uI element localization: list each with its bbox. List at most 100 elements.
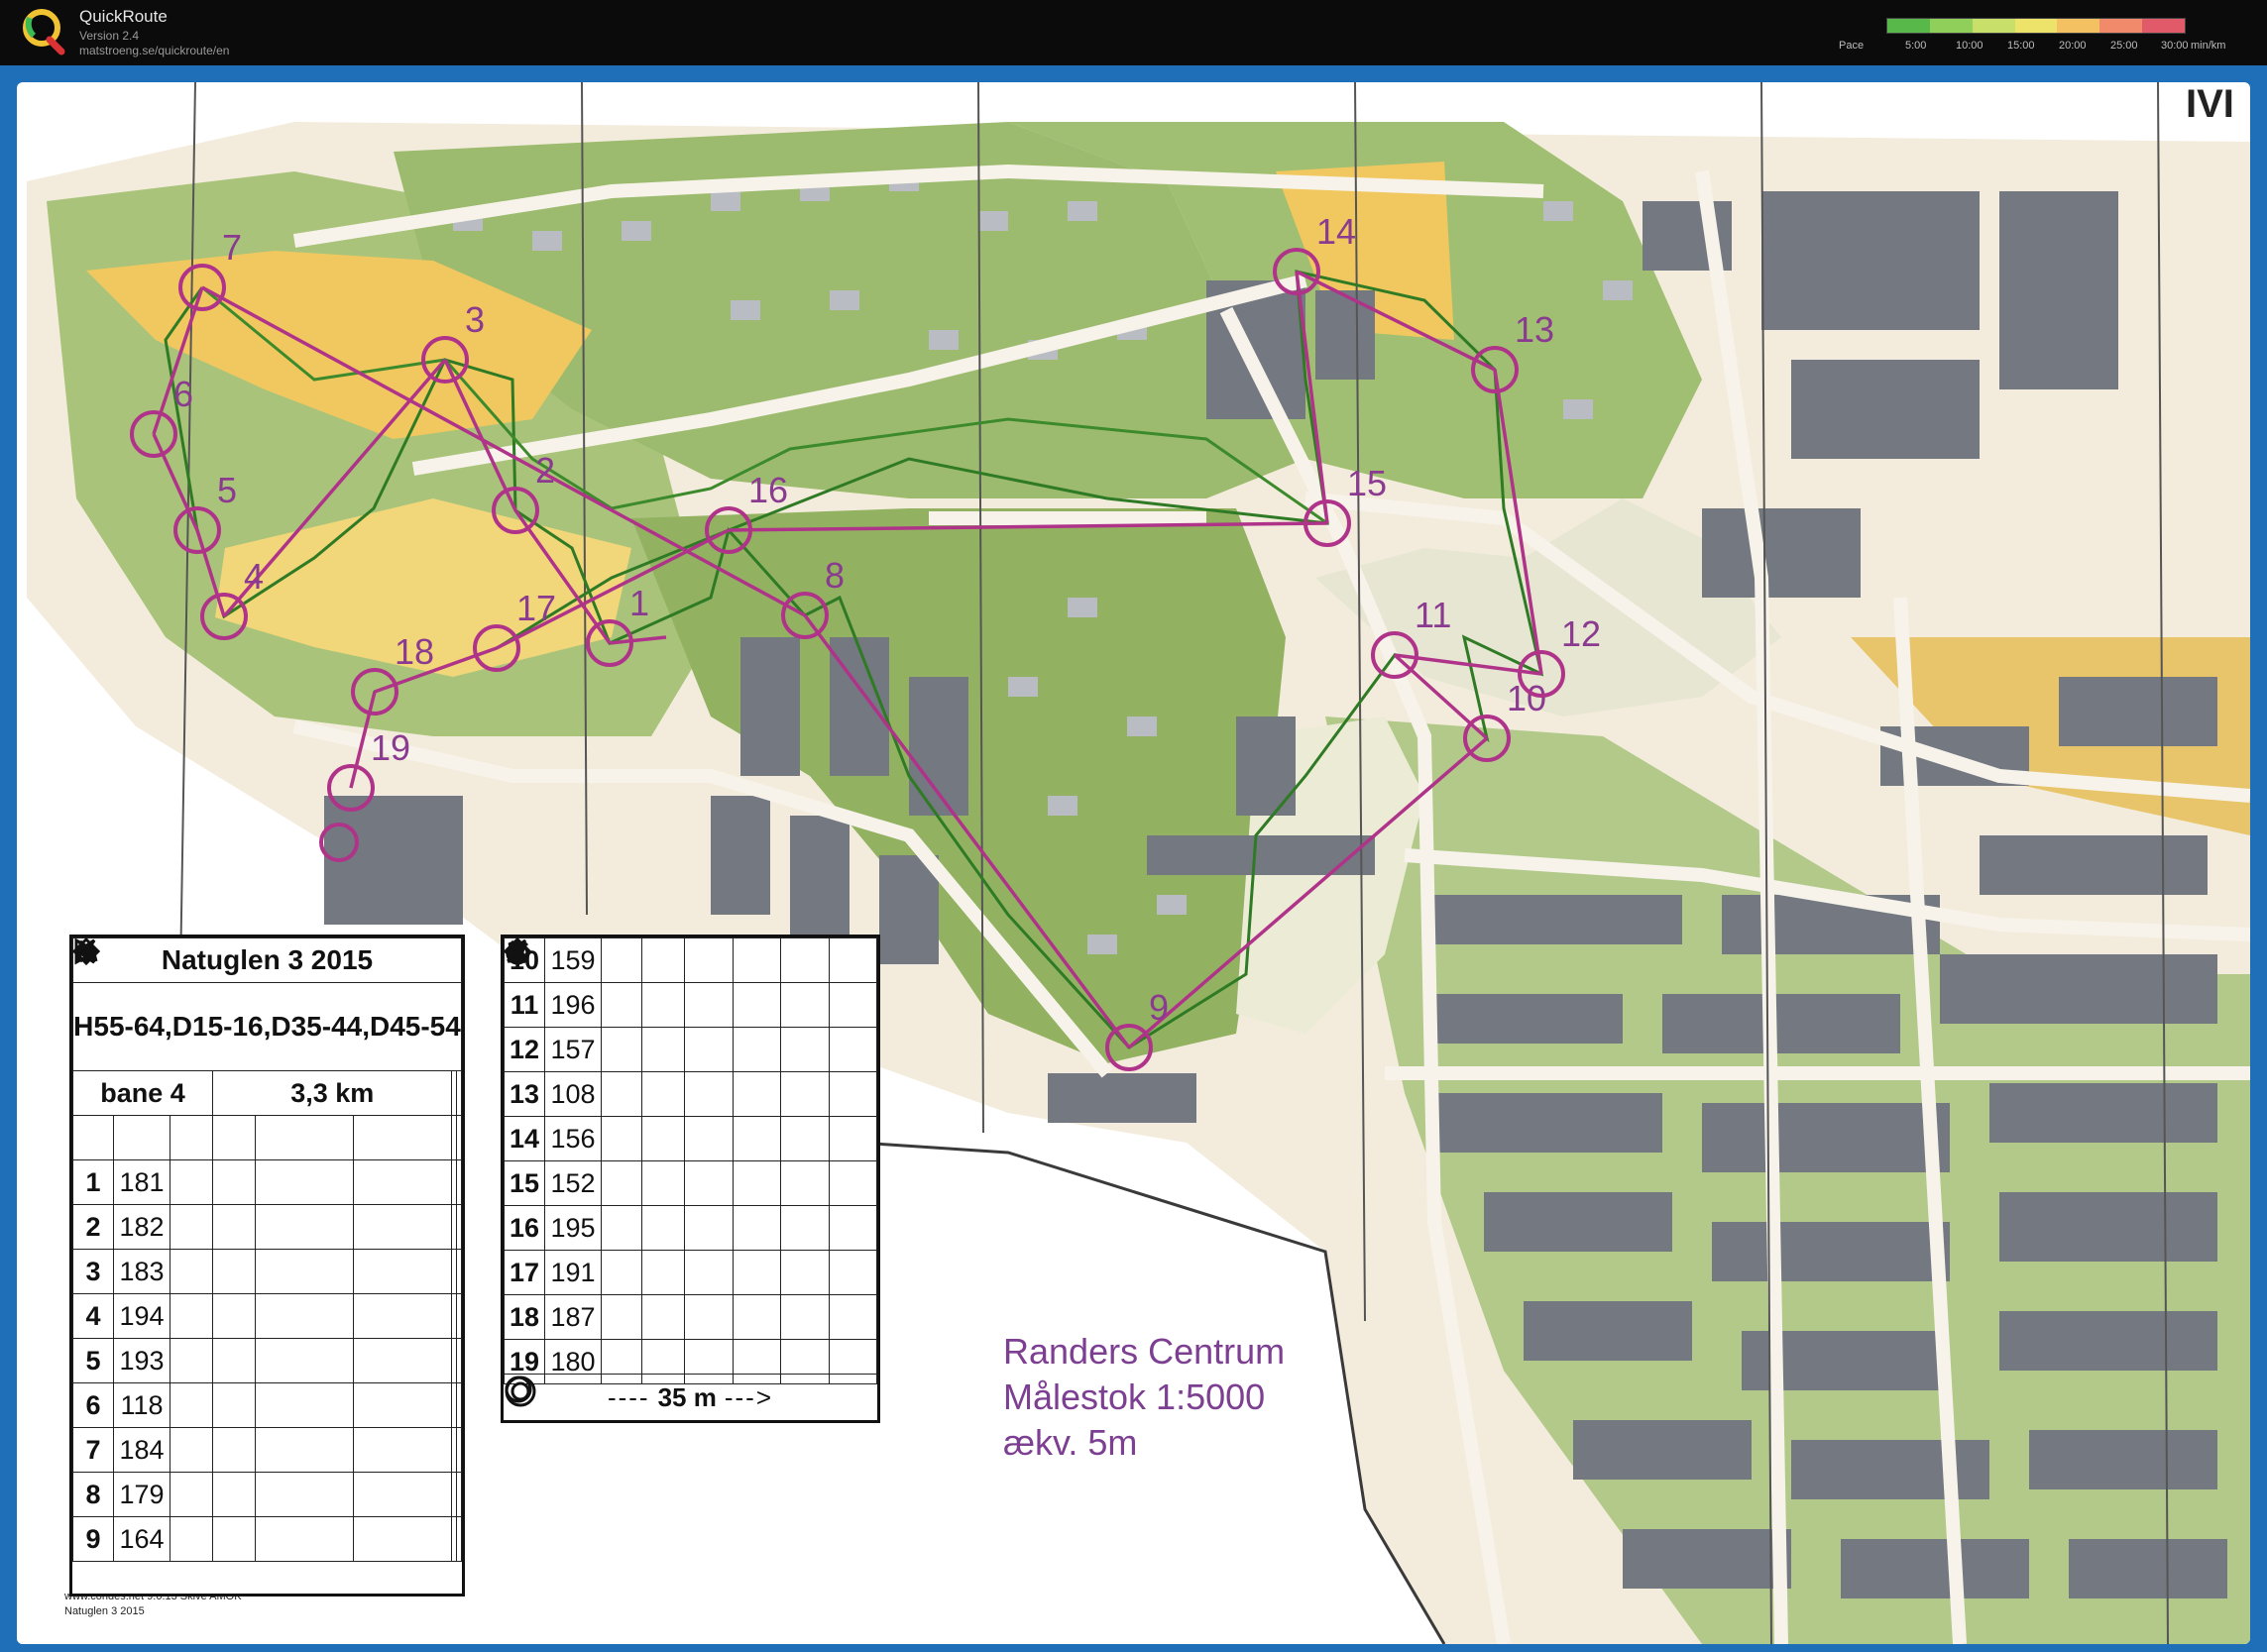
control-number: 5	[217, 470, 237, 510]
control-number: 8	[825, 555, 845, 596]
control-seq: 1	[72, 1159, 114, 1205]
map-info-place: Randers Centrum	[1003, 1331, 1286, 1372]
symbol-diamond-icon	[504, 937, 685, 1340]
control-code: 194	[113, 1293, 170, 1339]
control-seq: 18	[504, 1294, 545, 1340]
description-row: 15 152	[504, 939, 877, 1206]
control-seq: 13	[504, 1071, 545, 1117]
description-row: 17 191	[504, 937, 877, 1295]
control-number: 9	[1149, 987, 1169, 1028]
pace-tick: 10:00	[1956, 40, 1984, 52]
control-code: 164	[113, 1516, 170, 1562]
start-arrow-icon	[75, 938, 256, 1160]
control-number: 6	[173, 374, 193, 414]
start-diamond-icon	[72, 937, 355, 1160]
control-seq: 12	[504, 1027, 545, 1072]
description-row: 18 187	[504, 937, 877, 1340]
control-code: 152	[544, 1160, 602, 1206]
pace-color-bar	[1886, 18, 2186, 34]
control-seq: 4	[72, 1293, 114, 1339]
app-titlebar: QuickRoute Version 2.4 matstroeng.se/qui…	[0, 0, 2267, 65]
start-triangle-icon	[72, 937, 114, 1160]
sheet-title: Natuglen 3 2015	[72, 937, 462, 983]
finish-row: ---- 35 m --->	[504, 1374, 877, 1420]
control-seq: 6	[72, 1382, 114, 1428]
pace-label: Pace	[1839, 40, 1865, 52]
control-code: 156	[544, 1116, 602, 1161]
description-row: 14 156	[504, 941, 877, 1161]
description-row: 12 157	[504, 942, 877, 1072]
control-number: 19	[371, 727, 410, 768]
app-version: Version 2.4	[79, 29, 140, 43]
symbol-knoll-icon	[75, 945, 256, 1250]
description-row: 2 182	[72, 945, 462, 1250]
control-seq: 7	[72, 1427, 114, 1473]
finish-circle-icon	[505, 1376, 536, 1407]
description-row: 4 194	[72, 941, 462, 1339]
control-code: 183	[113, 1249, 170, 1294]
symbol-corner-icon	[79, 939, 256, 1383]
control-seq: 15	[504, 1160, 545, 1206]
control-code: 184	[113, 1427, 170, 1473]
description-row: 3 183	[72, 939, 462, 1294]
symbol-corner-arrow-icon	[510, 939, 685, 1251]
control-seq: 2	[72, 1204, 114, 1250]
symbol-knoll-icon	[75, 945, 256, 1205]
symbol-arrow-icon	[75, 938, 256, 1562]
control-seq: 14	[504, 1116, 545, 1161]
description-row: 1 181	[72, 945, 462, 1205]
app-name: QuickRoute	[79, 7, 168, 26]
symbol-square-icon	[511, 945, 685, 1117]
symbol-diamond-icon	[504, 937, 685, 1295]
control-code: 159	[544, 937, 602, 983]
control-code: 179	[113, 1472, 170, 1517]
control-code: 193	[113, 1338, 170, 1383]
control-description-sheet-left: Natuglen 3 2015 H55-64,D15-16,D35-44,D45…	[69, 935, 465, 1597]
control-number: 2	[535, 450, 555, 491]
pace-tick: 30:00	[2161, 40, 2189, 52]
control-number: 3	[465, 299, 485, 340]
symbol-junction-icon	[78, 941, 256, 1339]
corner-se-icon	[510, 941, 830, 1161]
control-number: 1	[629, 583, 649, 623]
orienteering-map[interactable]: 7 3 6 5 4 2 17 1 18 19 16 8 9 10 11 12 15 14 13 IVI Rander…	[17, 82, 2250, 1644]
description-row: 5 193	[72, 939, 462, 1383]
pace-tick: 20:00	[2059, 40, 2087, 52]
control-seq: 8	[72, 1472, 114, 1517]
control-number: 13	[1515, 309, 1554, 350]
map-info-contour: ækv. 5m	[1003, 1422, 1138, 1463]
symbol-tree-up-icon	[509, 937, 685, 983]
control-number: 4	[244, 556, 264, 597]
control-number: 17	[516, 588, 556, 628]
symbol-corner-icon	[79, 939, 256, 1294]
app-url[interactable]: matstroeng.se/quickroute/en	[79, 44, 229, 57]
symbol-cup-icon	[508, 942, 685, 1072]
position-circle-icon	[506, 941, 830, 1340]
control-seq: 16	[504, 1205, 545, 1251]
symbol-tower-icon	[507, 939, 685, 1206]
control-code: 187	[544, 1294, 602, 1340]
control-code: 196	[544, 982, 602, 1028]
control-number: 7	[222, 227, 242, 268]
pace-tick: 25:00	[2110, 40, 2138, 52]
description-row: 7 184	[72, 938, 462, 1473]
symbol-square-icon	[511, 945, 685, 1161]
control-description-sheet-right: 10 159 11 196 12 157 13 108 14 156 15 152 16 195 17 191…	[501, 935, 880, 1423]
description-row: 6 118	[72, 938, 462, 1428]
arrow-icon	[75, 938, 355, 1428]
control-seq: 9	[72, 1516, 114, 1562]
control-code: 108	[544, 1071, 602, 1117]
quickroute-logo-icon	[23, 9, 65, 55]
symbol-arrow-icon	[75, 938, 256, 1473]
description-row: 11 196	[504, 941, 877, 1028]
control-number: 12	[1561, 613, 1601, 654]
symbol-corner-arrow-icon	[79, 939, 256, 1428]
control-code: 118	[113, 1382, 170, 1428]
control-number: 14	[1316, 211, 1356, 252]
control-code: 182	[113, 1204, 170, 1250]
map-footer-line2: Natuglen 3 2015	[64, 1605, 145, 1617]
corner-se-icon	[510, 941, 830, 1117]
control-seq: 5	[72, 1338, 114, 1383]
symbol-tree-icon	[74, 940, 256, 1517]
sheet-classes: H55-64,D15-16,D35-44,D45-54	[72, 982, 462, 1071]
